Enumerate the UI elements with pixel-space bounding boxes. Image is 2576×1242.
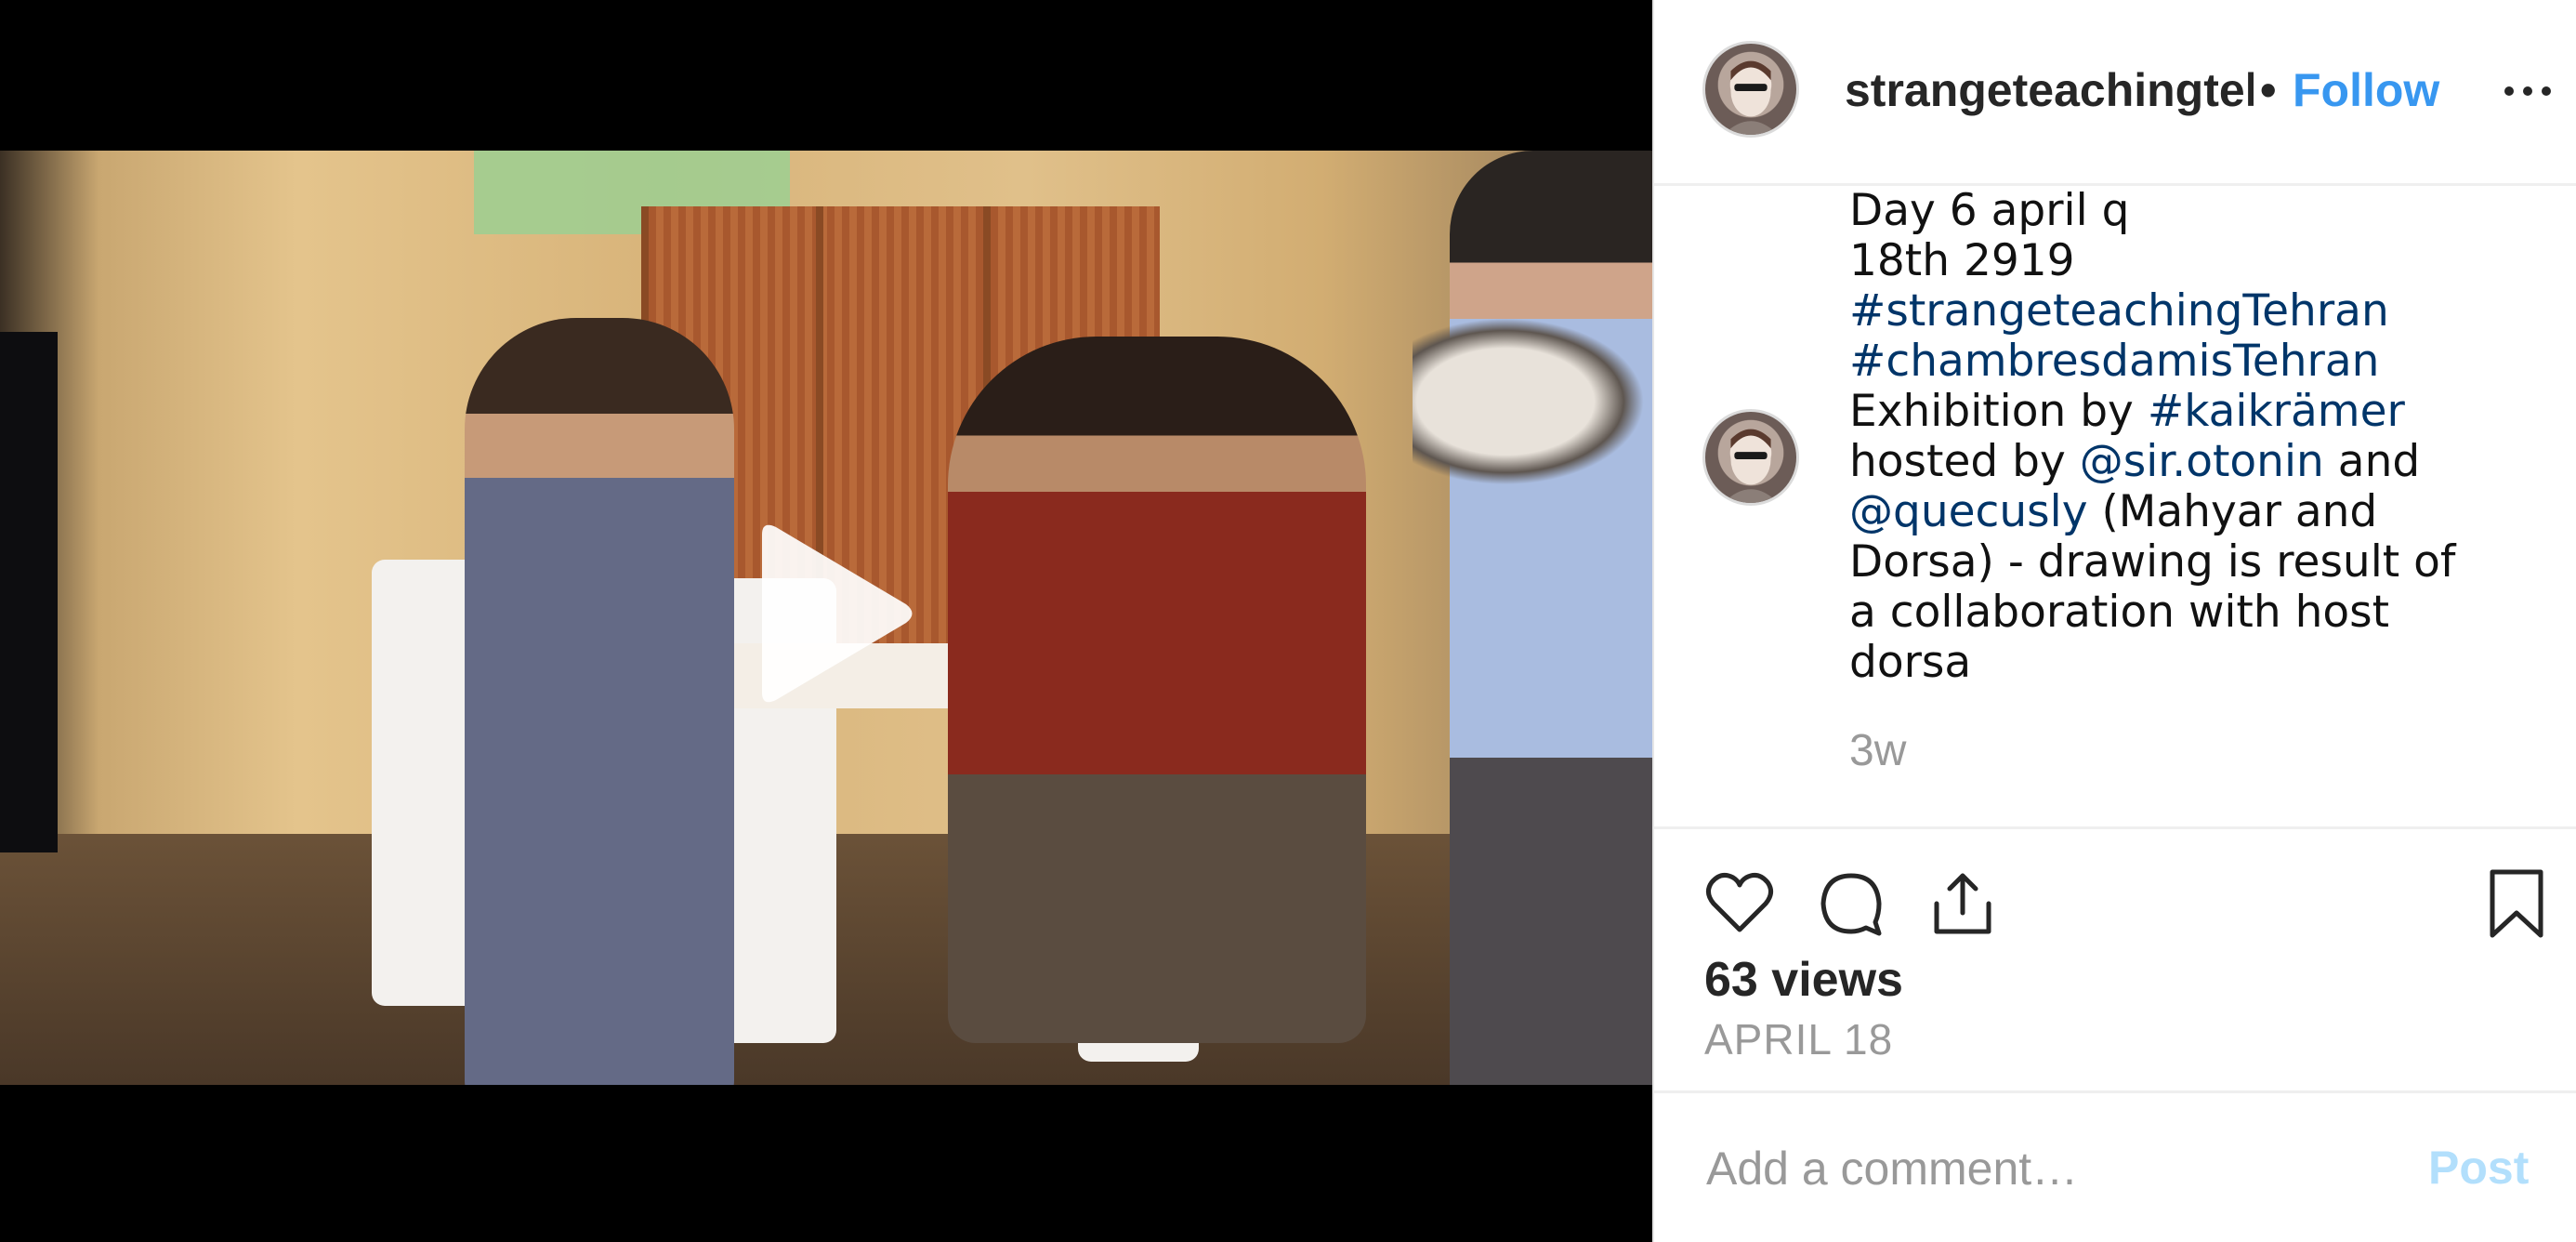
caption-text-segment: 18th 2919 xyxy=(1849,235,2075,286)
share-icon[interactable] xyxy=(1925,866,2000,941)
action-bar: 63 views APRIL 18 xyxy=(1654,829,2576,1093)
mention-link[interactable]: @sir.otonin xyxy=(2080,436,2324,487)
video-person xyxy=(1450,151,1652,1085)
caption-line: a collaboration with host xyxy=(1849,588,2546,638)
video-scene-tv xyxy=(0,332,58,852)
caption-line: Day 6 april q xyxy=(1849,186,2546,236)
caption-line: 18th 2919 xyxy=(1849,236,2546,286)
caption-text-segment: a collaboration with host xyxy=(1849,587,2390,638)
heart-icon[interactable] xyxy=(1702,866,1777,941)
caption-line: hosted by @sir.otonin and xyxy=(1849,437,2546,487)
caption-text-segment: Dorsa) - drawing is result of xyxy=(1849,536,2456,588)
video-cat xyxy=(1413,318,1645,485)
comment-section: Post xyxy=(1654,1093,2576,1242)
hashtag-link[interactable]: #kaikrämer xyxy=(2148,386,2405,437)
video-person xyxy=(465,318,734,1085)
caption-line: #chambresdamisTehran xyxy=(1849,337,2546,387)
views-count[interactable]: 63 views xyxy=(1704,950,1903,1010)
mention-link[interactable]: @quecusly xyxy=(1849,486,2088,537)
caption-text-segment: hosted by xyxy=(1849,436,2080,487)
caption-text-segment: dorsa xyxy=(1849,637,1972,688)
post-media xyxy=(0,0,1652,1242)
caption-line: #strangeteachingTehran xyxy=(1849,286,2546,337)
post-date[interactable]: APRIL 18 xyxy=(1704,1011,1893,1067)
follow-button[interactable]: Follow xyxy=(2293,58,2439,123)
caption-timestamp[interactable]: 3w xyxy=(1849,723,1906,779)
hashtag-link[interactable]: #strangeteachingTehran xyxy=(1849,285,2389,337)
avatar[interactable] xyxy=(1702,41,1799,138)
caption-text: Day 6 april q 18th 2919 #strangeteaching… xyxy=(1849,186,2546,688)
post-sidebar: strangeteachingtehran • Follow Day 6 apr… xyxy=(1652,0,2576,1242)
video-person xyxy=(948,337,1366,1043)
caption-line: @quecusly (Mahyar and xyxy=(1849,487,2546,537)
caption-line: Exhibition by #kaikrämer xyxy=(1849,387,2546,437)
username-link[interactable]: strangeteachingtehran xyxy=(1845,58,2254,123)
hashtag-link[interactable]: #chambresdamisTehran xyxy=(1849,336,2379,387)
more-options-icon[interactable] xyxy=(2500,56,2556,121)
post-button[interactable]: Post xyxy=(2428,1140,2529,1196)
comment-input[interactable] xyxy=(1704,1130,2414,1207)
caption-line: dorsa xyxy=(1849,638,2546,688)
play-icon[interactable] xyxy=(734,516,920,711)
avatar[interactable] xyxy=(1702,409,1799,506)
post-header: strangeteachingtehran • Follow xyxy=(1654,0,2576,186)
comment-icon[interactable] xyxy=(1814,866,1888,941)
caption-line: Dorsa) - drawing is result of xyxy=(1849,537,2546,588)
caption-text-segment: Exhibition by xyxy=(1849,386,2148,437)
caption-text-segment: and xyxy=(2323,436,2421,487)
caption-text-segment: Day 6 april q xyxy=(1849,186,2130,236)
bookmark-icon[interactable] xyxy=(2479,866,2554,941)
separator-dot: • xyxy=(2260,64,2277,116)
caption-section: Day 6 april q 18th 2919 #strangeteaching… xyxy=(1654,186,2576,829)
caption-text-segment: (Mahyar and xyxy=(2087,486,2378,537)
